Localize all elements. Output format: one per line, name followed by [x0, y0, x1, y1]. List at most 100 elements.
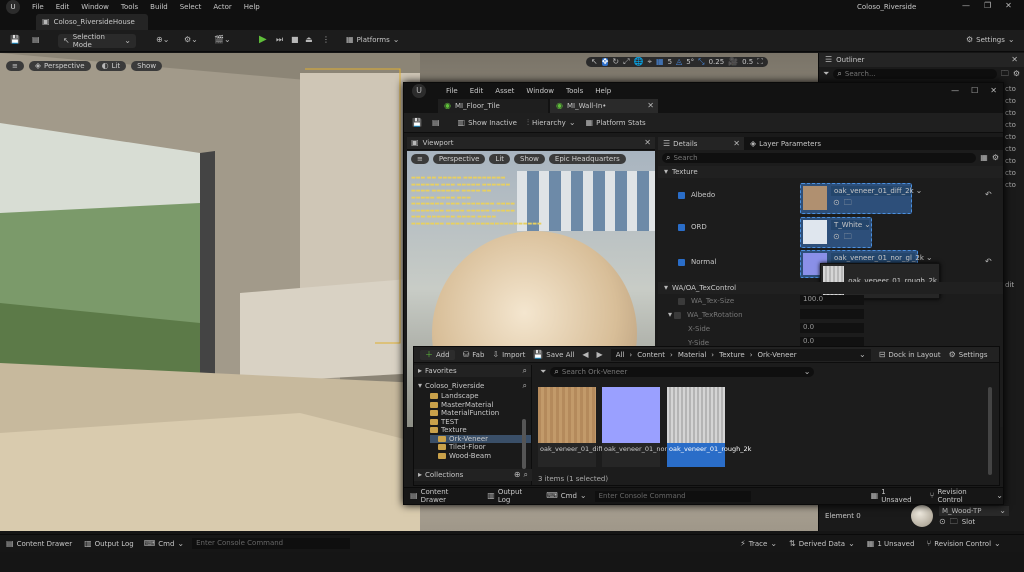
revision-control-button[interactable]: ⑂ Revision Control ⌄	[926, 539, 1000, 548]
wa-tex-size-checkbox[interactable]	[678, 297, 685, 305]
asset-oak-veneer-rough[interactable]: oak_veneer_01_rough_2k	[667, 387, 751, 467]
x-side-field[interactable]: 0.0	[800, 323, 864, 333]
menu-build[interactable]: Build	[150, 3, 168, 11]
folder-materialfunction[interactable]: MaterialFunction	[430, 409, 531, 418]
chevron-down-icon[interactable]: ▾	[668, 311, 672, 319]
path-content[interactable]: Content	[637, 351, 665, 359]
scale-snap-icon[interactable]: ⤡	[698, 58, 704, 66]
search-icon[interactable]: ⌕	[524, 471, 528, 479]
cmd-button[interactable]: ⌨ Cmd ⌄	[144, 539, 184, 548]
close-icon[interactable]: ✕	[647, 102, 654, 110]
settings-button[interactable]: ⚙ Settings ⌄	[966, 36, 1015, 45]
mated-menu-asset[interactable]: Asset	[495, 87, 514, 95]
project-root-header[interactable]: ▾ Coloso_Riverside ⌕	[414, 380, 531, 392]
chevron-down-icon[interactable]: ⌄	[859, 350, 866, 359]
menu-select[interactable]: Select	[180, 3, 202, 11]
browse-icon[interactable]: ⊙	[833, 199, 840, 207]
rotate-tool-icon[interactable]: ↻	[612, 58, 619, 66]
close-icon[interactable]: ✕	[1011, 56, 1018, 64]
step-icon[interactable]: ⏭	[276, 36, 283, 44]
filter-icon[interactable]: ⏷	[823, 70, 829, 78]
maximize-icon[interactable]: ☐	[971, 87, 978, 95]
asset-oak-veneer-nor[interactable]: oak_veneer_01_nor_gl_2k	[602, 387, 687, 467]
mated-menu-tools[interactable]: Tools	[566, 87, 583, 95]
content-icon[interactable]: ▤	[32, 36, 40, 44]
tree-scrollbar[interactable]	[522, 419, 526, 469]
albedo-thumbnail[interactable]	[803, 186, 827, 210]
normal-texture-dropdown[interactable]: oak_veneer_01_nor_gl_2k ⌄	[831, 253, 933, 263]
gear-icon[interactable]: ⚙	[1013, 70, 1020, 78]
albedo-checkbox[interactable]	[678, 191, 685, 199]
perspective-button[interactable]: Perspective	[432, 154, 486, 164]
scale-snap-value[interactable]: 0.25	[709, 58, 725, 66]
perspective-button[interactable]: ◈ Perspective	[28, 61, 91, 71]
console-input[interactable]: Enter Console Command	[192, 538, 351, 549]
cb-settings-button[interactable]: ⚙ Settings	[949, 350, 988, 359]
mated-cmd-button[interactable]: ⌨ Cmd ⌄	[546, 492, 586, 501]
scale-tool-icon[interactable]: ⤢	[623, 58, 629, 66]
browse-icon[interactable]: ⊙	[833, 233, 840, 241]
save-all-button[interactable]: 💾 Save All	[533, 350, 574, 359]
reset-albedo-icon[interactable]: ↶	[985, 191, 992, 199]
folder-ork-veneer[interactable]: Ork-Veneer	[430, 434, 531, 443]
selection-mode-button[interactable]: ↖ Selection Mode ⌄	[58, 33, 136, 49]
blueprint-icon[interactable]: ⚙⌄	[184, 36, 198, 44]
play-icon[interactable]: ▶	[259, 35, 267, 45]
material-viewport-tab[interactable]: ▣ Viewport ✕	[407, 137, 655, 150]
path-material[interactable]: Material	[678, 351, 706, 359]
platforms-button[interactable]: ▦ Platforms ⌄	[346, 36, 399, 45]
folder-icon[interactable]: 🗀	[844, 199, 852, 207]
ord-thumbnail[interactable]	[803, 220, 827, 244]
path-texture[interactable]: Texture	[719, 351, 745, 359]
wa-tex-rotation-field[interactable]	[800, 309, 864, 319]
lit-button[interactable]: ◐ Lit	[95, 61, 127, 71]
show-button[interactable]: Show	[131, 61, 163, 71]
maximize-viewport-icon[interactable]: ⛶	[757, 58, 763, 66]
rotation-snap-value[interactable]: 5°	[686, 58, 694, 66]
grid-snap-value[interactable]: 5	[668, 58, 672, 66]
back-icon[interactable]: ◀	[582, 350, 588, 359]
add-collection-icon[interactable]: ⊕	[514, 471, 521, 479]
tab-mi-floor-tile[interactable]: ◉ MI_Floor_Tile	[438, 99, 548, 113]
more-options-icon[interactable]: ⋮	[322, 36, 330, 44]
reset-normal-icon[interactable]: ↶	[985, 258, 992, 266]
folder-icon[interactable]: 🗀	[844, 233, 852, 241]
close-icon[interactable]: ✕	[733, 139, 740, 148]
filter-icon[interactable]: ⏷	[540, 368, 546, 376]
path-all[interactable]: All	[616, 351, 625, 359]
browse-icon[interactable]: ▤	[432, 118, 440, 127]
gear-icon[interactable]: ⚙	[992, 154, 999, 162]
tab-mi-wall-in[interactable]: ◉ MI_Wall-In• ✕	[550, 99, 658, 113]
layer-parameters-tab[interactable]: ◈ Layer Parameters	[744, 137, 821, 150]
mated-menu-edit[interactable]: Edit	[470, 87, 484, 95]
surface-snap-icon[interactable]: ⌖	[647, 58, 652, 66]
close-icon[interactable]: ✕	[644, 139, 651, 147]
dock-in-layout-button[interactable]: ⊟ Dock in Layout	[879, 350, 941, 359]
show-inactive-button[interactable]: ▥ Show Inactive	[458, 118, 517, 127]
menu-file[interactable]: File	[32, 3, 44, 11]
texture-section-header[interactable]: ▾ Texture	[658, 166, 1003, 178]
view-options-icon[interactable]: ▦	[980, 154, 988, 162]
fab-button[interactable]: ⛁ Fab	[463, 350, 485, 359]
path-ork-veneer[interactable]: Ork-Veneer	[758, 351, 797, 359]
platform-stats-button[interactable]: ▦ Platform Stats	[586, 118, 646, 127]
folder-test[interactable]: TEST	[430, 418, 531, 427]
translate-tool-icon[interactable]: ✥	[601, 58, 609, 66]
search-icon[interactable]: ⌕	[523, 367, 527, 375]
folder-texture[interactable]: Texture	[430, 426, 531, 435]
minimize-icon[interactable]: —	[951, 87, 959, 95]
viewport-menu-icon[interactable]: ≡	[6, 61, 24, 71]
grid-snap-icon[interactable]: ▦	[656, 58, 664, 66]
ord-texture-dropdown[interactable]: T_White ⌄	[831, 220, 871, 230]
add-button[interactable]: ＋ Add	[420, 349, 455, 360]
camera-speed-value[interactable]: 0.5	[742, 58, 753, 66]
menu-edit[interactable]: Edit	[56, 3, 70, 11]
asset-scrollbar[interactable]	[988, 387, 992, 475]
outliner-search-input[interactable]: ⌕ Search...	[833, 69, 997, 79]
minimize-icon[interactable]: —	[962, 2, 970, 10]
folder-tiled-floor[interactable]: Tiled-Floor	[430, 443, 531, 452]
maximize-icon[interactable]: ❐	[984, 2, 991, 10]
mated-revision-control-button[interactable]: ⑂ Revision Control ⌄	[930, 488, 1003, 504]
save-icon[interactable]: 💾	[10, 36, 20, 44]
folder-wood-beam[interactable]: Wood-Beam	[430, 452, 531, 461]
